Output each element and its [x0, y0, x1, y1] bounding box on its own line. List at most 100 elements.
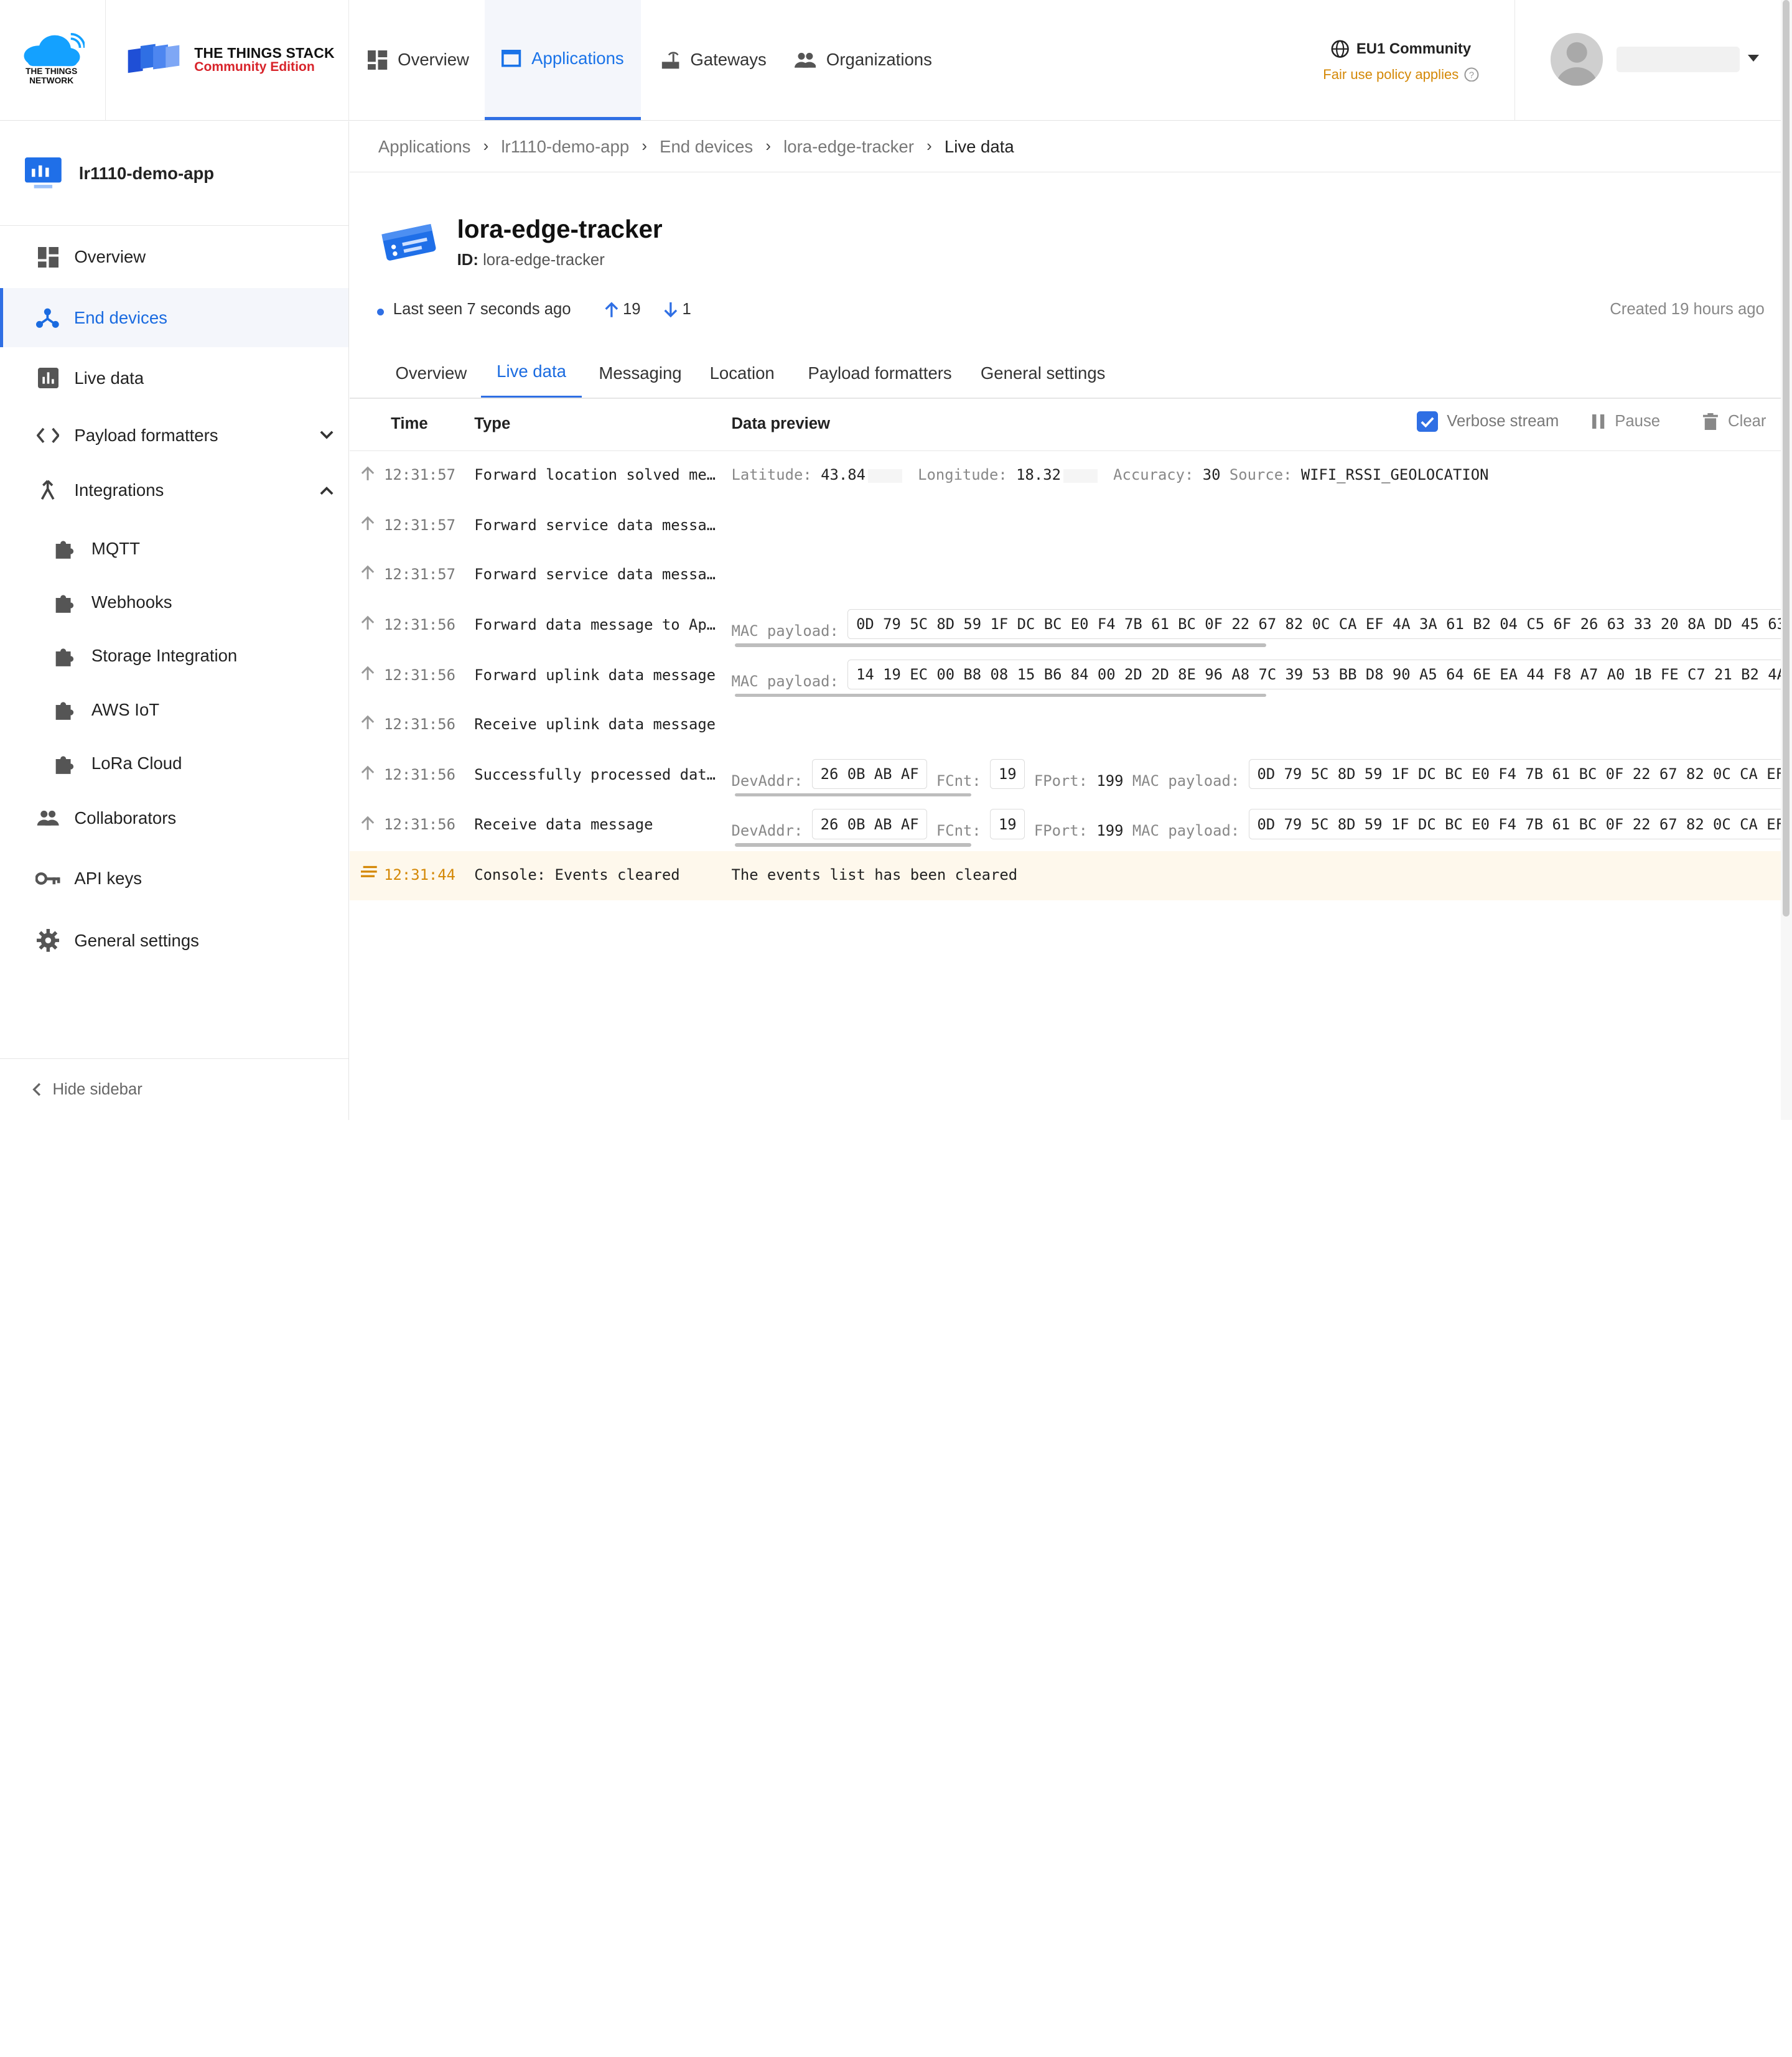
tab-overview[interactable]: Overview	[395, 347, 467, 399]
breadcrumb-applications[interactable]: Applications	[378, 137, 471, 157]
mac-payload-box[interactable]: 0D 79 5C 8D 59 1F DC BC E0 F4 7B 61 BC 0…	[1248, 758, 1792, 789]
pause-button[interactable]: Pause	[1592, 413, 1661, 431]
mac-payload-label: MAC payload:	[1132, 822, 1240, 840]
devaddr-box[interactable]: 26 0B AB AF	[811, 758, 928, 789]
sidebar-subitem-storage[interactable]: Storage Integration	[0, 633, 348, 679]
tab-messaging[interactable]: Messaging	[599, 347, 681, 399]
col-time: Time	[391, 414, 428, 432]
trash-icon	[1702, 413, 1718, 431]
event-row[interactable]: 12:31:57 Forward location solved me… Lat…	[350, 451, 1792, 500]
sidebar-item-api-keys[interactable]: API keys	[0, 854, 348, 904]
tab-payload-formatters[interactable]: Payload formatters	[808, 347, 952, 399]
sidebar-subitem-label: AWS IoT	[91, 699, 160, 719]
sidebar-item-overview[interactable]: Overview	[0, 232, 348, 282]
clear-button[interactable]: Clear	[1702, 413, 1766, 431]
sidebar-subitem-webhooks[interactable]: Webhooks	[0, 579, 348, 625]
mac-payload-box[interactable]: 14 19 EC 00 B8 08 15 B6 84 00 2D 2D 8E 9…	[847, 659, 1792, 690]
horizontal-scrollbar[interactable]	[734, 643, 1267, 647]
sidebar-item-collaborators[interactable]: Collaborators	[0, 793, 348, 844]
fport-label: FPort:	[1034, 772, 1088, 790]
puzzle-icon	[56, 594, 74, 613]
nav-applications[interactable]: Applications	[484, 0, 642, 120]
horizontal-scrollbar[interactable]	[734, 693, 1267, 697]
nav-organizations[interactable]: Organizations	[794, 0, 943, 120]
puzzle-icon	[56, 702, 74, 721]
devaddr-box[interactable]: 26 0B AB AF	[811, 809, 928, 839]
event-type: Forward uplink data message	[474, 666, 716, 684]
sidebar-item-general-settings[interactable]: General settings	[0, 915, 348, 966]
event-type: Forward service data messa…	[474, 516, 716, 534]
verbose-stream-label: Verbose stream	[1447, 413, 1559, 431]
tab-location[interactable]: Location	[710, 347, 775, 399]
event-time: 12:31:56	[384, 765, 456, 783]
user-menu[interactable]	[1514, 0, 1792, 120]
nav-overview[interactable]: Overview	[368, 0, 482, 120]
event-preview: MAC payload: 0D 79 5C 8D 59 1F DC BC E0 …	[731, 609, 1792, 646]
sidebar-subitem-label: Storage Integration	[91, 646, 238, 666]
sidebar-item-live-data[interactable]: Live data	[0, 353, 348, 404]
user-silhouette-icon	[1556, 42, 1597, 86]
device-title: lora-edge-tracker	[457, 215, 663, 244]
source-label: Source:	[1229, 466, 1292, 484]
event-row[interactable]: 12:31:56 Successfully processed dat… Dev…	[350, 751, 1792, 800]
fair-use-label[interactable]: Fair use policy applies	[1323, 67, 1458, 83]
mac-payload-box[interactable]: 0D 79 5C 8D 59 1F DC BC E0 F4 7B 61 BC 0…	[847, 609, 1792, 640]
fcnt-box[interactable]: 19	[990, 809, 1025, 839]
application-icon	[502, 50, 521, 67]
device-id: ID: lora-edge-tracker	[457, 251, 605, 269]
pause-label: Pause	[1615, 413, 1661, 431]
downlink-count: 1	[682, 301, 691, 319]
main-content: Applications › lr1110-demo-app › End devic…	[350, 121, 1792, 1120]
col-type: Type	[474, 414, 511, 432]
event-row[interactable]: 12:31:57 Forward service data messa…	[350, 551, 1792, 600]
page-scrollbar[interactable]	[1780, 0, 1792, 1120]
verbose-stream-toggle[interactable]: Verbose stream	[1417, 411, 1559, 432]
sidebar-item-payload-formatters[interactable]: Payload formatters	[0, 410, 348, 460]
chevron-right-icon: ›	[642, 138, 647, 155]
fcnt-box[interactable]: 19	[990, 758, 1025, 789]
event-row[interactable]: 12:31:56 Receive data message DevAddr: 2…	[350, 801, 1792, 851]
sidebar-subitem-label: Webhooks	[91, 592, 172, 612]
event-row[interactable]: 12:31:56 Forward data message to Ap… MAC…	[350, 601, 1792, 650]
sidebar-subitem-aws-iot[interactable]: AWS IoT	[0, 687, 348, 732]
chevron-right-icon: ›	[926, 138, 932, 155]
tab-live-data[interactable]: Live data	[481, 347, 582, 399]
event-row[interactable]: 12:31:56 Receive uplink data message	[350, 701, 1792, 750]
event-type: Forward service data messa…	[474, 566, 716, 584]
event-row[interactable]: 12:31:56 Forward uplink data message MAC…	[350, 651, 1792, 701]
chevron-up-icon	[320, 486, 334, 495]
horizontal-scrollbar[interactable]	[734, 793, 972, 797]
sidebar-item-integrations[interactable]: Integrations	[0, 465, 348, 516]
key-icon	[35, 872, 60, 885]
username-redacted	[1617, 47, 1740, 72]
clear-label: Clear	[1728, 413, 1766, 431]
puzzle-icon	[56, 648, 74, 666]
page-scrollbar-thumb[interactable]	[1783, 0, 1790, 917]
device-hub-icon	[36, 308, 59, 329]
horizontal-scrollbar[interactable]	[734, 843, 972, 847]
checkbox-checked-icon[interactable]	[1417, 411, 1438, 432]
nav-gateways[interactable]: Gateways	[661, 0, 775, 120]
ttn-logo[interactable]: THE THINGS NETWORK	[0, 0, 106, 120]
arrow-up-icon	[362, 816, 375, 830]
bar-chart-icon	[37, 368, 58, 389]
cluster-label: EU1 Community	[1356, 40, 1472, 57]
hide-sidebar-button[interactable]: Hide sidebar	[0, 1058, 349, 1121]
sidebar-subitem-mqtt[interactable]: MQTT	[0, 526, 348, 571]
breadcrumb-end-devices[interactable]: End devices	[660, 137, 753, 157]
tab-general-settings[interactable]: General settings	[981, 347, 1106, 399]
mac-payload-box[interactable]: 0D 79 5C 8D 59 1F DC BC E0 F4 7B 61 BC 0…	[1248, 809, 1792, 839]
downlink-counter: 1	[663, 301, 691, 319]
event-preview: The events list has been cleared	[731, 866, 1018, 884]
event-row[interactable]: 12:31:44 Console: Events cleared The eve…	[350, 851, 1792, 901]
sidebar-subitem-lora-cloud[interactable]: LoRa Cloud	[0, 740, 348, 786]
breadcrumb-app[interactable]: lr1110-demo-app	[501, 137, 629, 157]
breadcrumb-device[interactable]: lora-edge-tracker	[783, 137, 914, 157]
event-type: Receive data message	[474, 816, 653, 834]
cluster-info[interactable]: EU1 Community Fair use policy applies ?	[1321, 40, 1481, 82]
event-preview: DevAddr: 26 0B AB AF FCnt: 19 FPort: 199…	[731, 809, 1792, 846]
sidebar-item-end-devices[interactable]: End devices	[0, 287, 349, 348]
fcnt-label: FCnt:	[936, 772, 981, 790]
latitude-value: 43.84	[821, 466, 866, 484]
event-row[interactable]: 12:31:57 Forward service data messa…	[350, 501, 1792, 551]
